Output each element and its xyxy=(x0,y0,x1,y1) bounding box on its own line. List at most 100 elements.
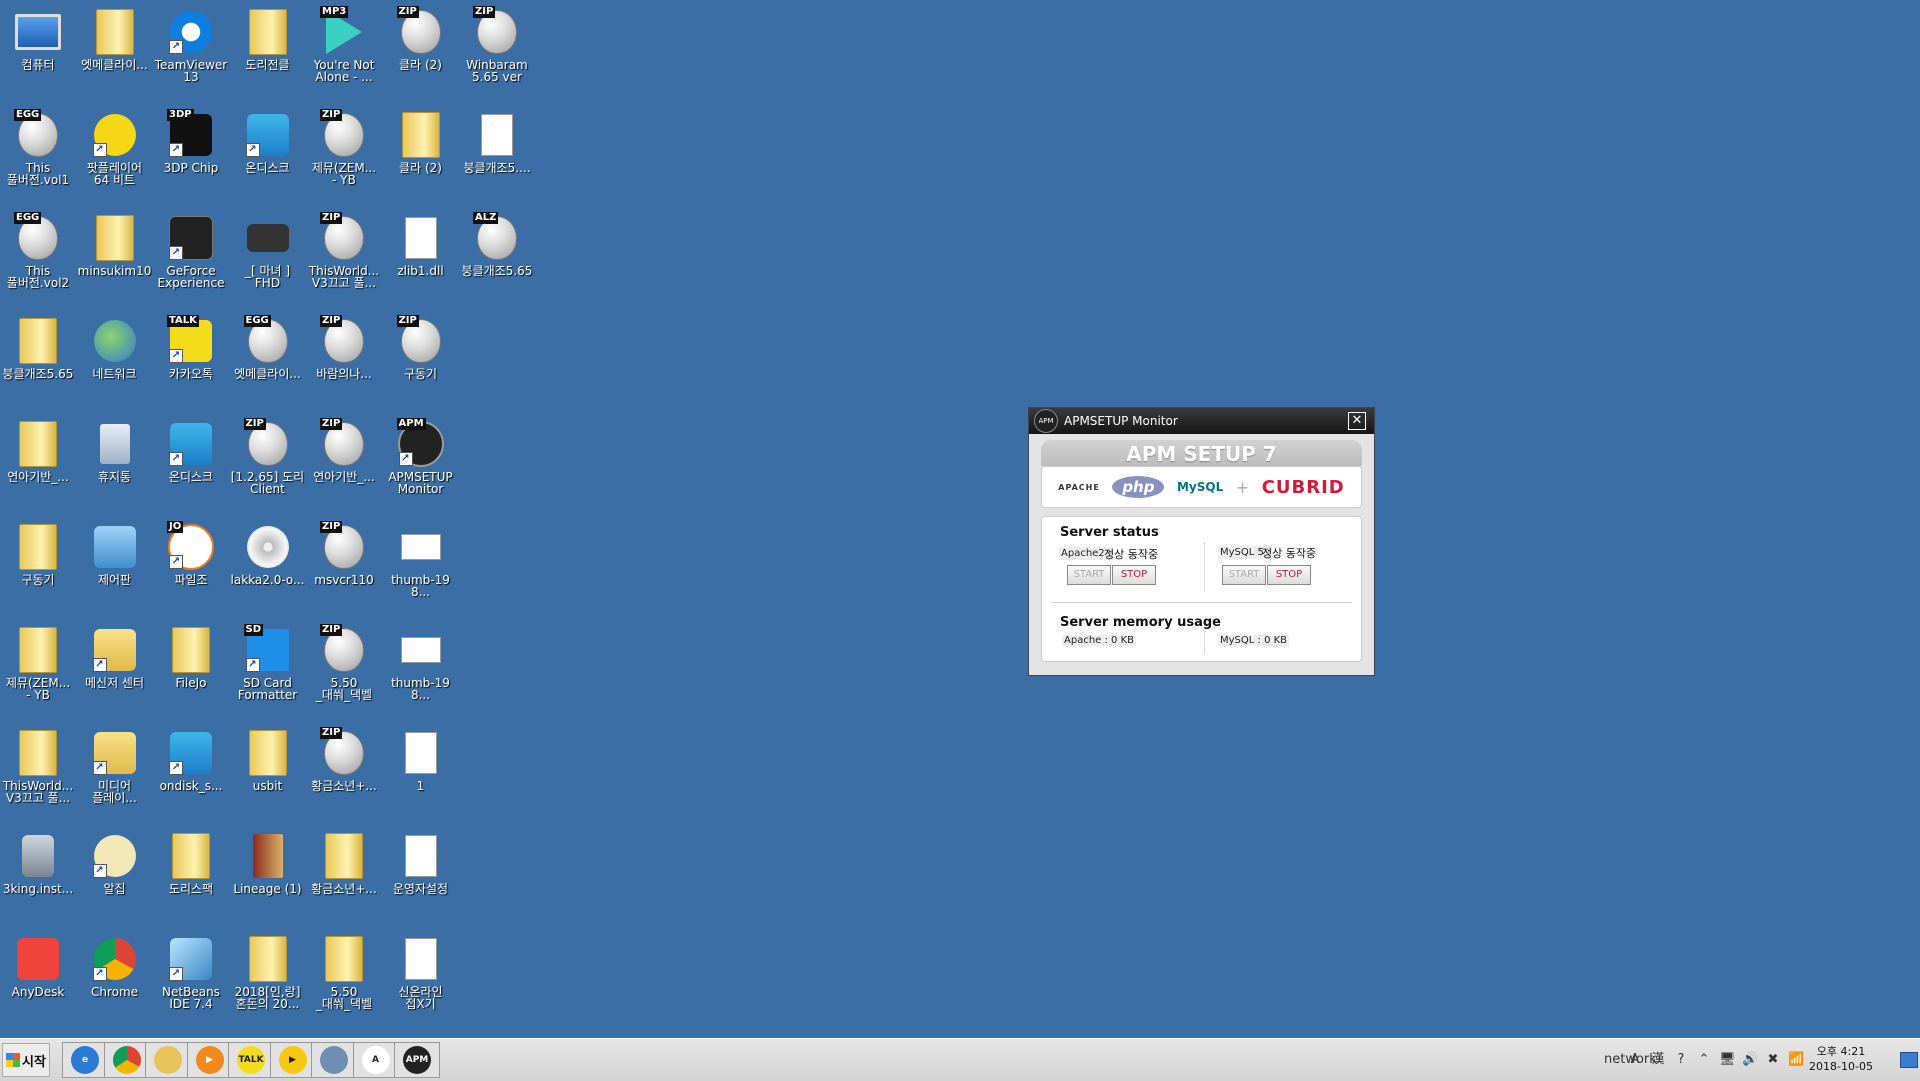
tray-icon[interactable]: ? xyxy=(1673,1052,1689,1068)
desktop-icon[interactable]: 구동기 xyxy=(0,517,76,617)
taskbar-media-player-button[interactable]: ▶ xyxy=(186,1042,233,1078)
desktop-icon[interactable]: 클라 (2) xyxy=(383,105,459,205)
desktop-icon-label: 구동기 xyxy=(21,573,55,587)
desktop-icon[interactable]: Lineage (1) xyxy=(230,826,306,926)
taskbar-file-explorer-button[interactable] xyxy=(145,1042,191,1078)
tray-icon[interactable]: A xyxy=(1627,1052,1643,1068)
desktop-icon-label: usbit xyxy=(252,779,283,793)
desktop-icon[interactable]: 3DP ↗ 3DP Chip xyxy=(153,105,229,205)
desktop-icon[interactable]: JO ↗ 파일조 xyxy=(153,517,229,617)
desktop-icon[interactable]: EGG This 풀버전.vol1 xyxy=(0,105,76,205)
desktop-icon[interactable]: ↗ 알집 xyxy=(77,826,153,926)
desktop-icon[interactable]: ZIP 5.50 _대쒀_댁벨 xyxy=(306,620,382,720)
taskbar-apm-monitor-button[interactable]: APM xyxy=(394,1042,440,1078)
desktop-icon[interactable]: ↗ 온디스크 xyxy=(230,105,306,205)
desktop-icon[interactable]: 운영자설정 xyxy=(383,826,459,926)
desktop-icon[interactable]: 네트워크 xyxy=(77,311,153,411)
tray-icon[interactable]: 🖥 xyxy=(1719,1052,1736,1068)
desktop-icon[interactable]: 제어판 xyxy=(77,517,153,617)
desktop-icon[interactable]: ↗ ondisk_s... xyxy=(153,723,229,823)
desktop-icon[interactable]: 도리전클 xyxy=(230,2,306,102)
desktop-icon-label: thumb-198... xyxy=(391,676,450,702)
desktop-icon[interactable]: ZIP ThisWorld... V3끄고 풀... xyxy=(306,208,382,308)
tray-icon[interactable]: 📶 xyxy=(1788,1052,1804,1068)
taskbar-wordpad-button[interactable]: A xyxy=(352,1042,399,1078)
apache-stop-button[interactable]: STOP xyxy=(1112,565,1156,585)
desktop-icon[interactable]: lakka2.0-o... xyxy=(230,517,306,617)
desktop-icon[interactable]: EGG 엣메클라이... xyxy=(230,311,306,411)
desktop-icon[interactable]: ZIP msvcr110 xyxy=(306,517,382,617)
desktop-icon[interactable]: EGG This 풀버전.vol2 xyxy=(0,208,76,308)
desktop-icon[interactable]: ZIP 제뮤(ZEM... - YB xyxy=(306,105,382,205)
apm-titlebar[interactable]: APM APMSETUP Monitor ✕ xyxy=(1029,408,1374,434)
desktop-icon[interactable]: ↗ Chrome xyxy=(77,929,153,1029)
desktop-icon[interactable]: 엣메클라이... xyxy=(77,2,153,102)
desktop-icon[interactable]: AnyDesk xyxy=(0,929,76,1029)
desktop-icon[interactable]: _[ 마녀 ] FHD xyxy=(230,208,306,308)
desktop-icon[interactable]: ThisWorld... V3끄고 풀... xyxy=(0,723,76,823)
tray-icon[interactable]: 🔊 xyxy=(1742,1052,1758,1068)
desktop-icon[interactable]: ZIP 구동기 xyxy=(383,311,459,411)
desktop-icon[interactable]: MP3 You're Not Alone - ... xyxy=(306,2,382,102)
desktop-icon[interactable]: ↗ NetBeans IDE 7.4 xyxy=(153,929,229,1029)
taskbar-image-viewer-button[interactable] xyxy=(311,1042,357,1078)
show-desktop-button[interactable] xyxy=(1900,1052,1918,1068)
clock-time[interactable]: 오후 4:21 xyxy=(1806,1043,1876,1059)
apm-logos-bar: APACHE php MySQL + CUBRID xyxy=(1041,466,1362,508)
taskbar-chrome-button[interactable] xyxy=(103,1042,150,1078)
desktop-icon[interactable]: 2018[인,랑] 혼돈의 20... xyxy=(230,929,306,1029)
desktop-icon[interactable]: 도리스팩 xyxy=(153,826,229,926)
desktop-icon[interactable]: 1 xyxy=(383,723,459,823)
desktop-icon[interactable]: SD ↗ SD Card Formatter xyxy=(230,620,306,720)
desktop-icon[interactable]: ZIP Winbaram 5.65 ver xyxy=(459,2,535,102)
desktop-icon[interactable]: 컴퓨터 xyxy=(0,2,76,102)
desktop-icon[interactable]: 제뮤(ZEM... - YB xyxy=(0,620,76,720)
tray-icon[interactable]: ✖ xyxy=(1765,1052,1781,1068)
mysql-start-button[interactable]: START xyxy=(1222,565,1266,585)
desktop-icon[interactable]: TALK ↗ 카카오톡 xyxy=(153,311,229,411)
desktop-icon[interactable]: thumb-198... xyxy=(383,517,459,617)
taskbar-potplayer-button[interactable]: ▶ xyxy=(269,1042,316,1078)
mysql-stop-button[interactable]: STOP xyxy=(1267,565,1311,585)
desktop-icon[interactable]: 3king.inst... xyxy=(0,826,76,926)
desktop-icon[interactable]: 신온라인 접X기 xyxy=(383,929,459,1029)
tray-icon[interactable]: ⌃ xyxy=(1696,1052,1712,1068)
desktop-icon[interactable]: ↗ 팟플레이어 64 비트 xyxy=(77,105,153,205)
desktop-icon[interactable]: APM ↗ APMSETUP Monitor xyxy=(383,414,459,514)
desktop-icon[interactable]: ZIP 바람의나... xyxy=(306,311,382,411)
desktop-icon[interactable]: ↗ GeForce Experience xyxy=(153,208,229,308)
desktop-icon[interactable]: ZIP [1.2.65] 도리 Client xyxy=(230,414,306,514)
apm-product-title: APM SETUP 7 xyxy=(1041,440,1362,466)
taskbar-internet-explorer-button[interactable]: e xyxy=(62,1042,108,1078)
desktop-icon[interactable]: zlib1.dll xyxy=(383,208,459,308)
desktop-icon[interactable]: 붕클개조5.65 xyxy=(0,311,76,411)
start-button[interactable]: 시작 xyxy=(2,1043,50,1077)
desktop-icon[interactable]: thumb-198... xyxy=(383,620,459,720)
desktop-icon[interactable]: ZIP 클라 (2) xyxy=(383,2,459,102)
desktop-icon[interactable]: FileJo xyxy=(153,620,229,720)
desktop-icon[interactable]: ↗ 온디스크 xyxy=(153,414,229,514)
desktop-icon[interactable]: 붕클개조5.... xyxy=(459,105,535,205)
tray-icon[interactable]: network xyxy=(1604,1052,1657,1068)
desktop-icon[interactable]: ↗ 메신저 센터 xyxy=(77,620,153,720)
desktop-icon[interactable]: ZIP 연아기반_... xyxy=(306,414,382,514)
desktop-icon[interactable]: 휴지통 xyxy=(77,414,153,514)
desktop-icon[interactable]: 5.50 _대쒀_댁벨 xyxy=(306,929,382,1029)
close-button[interactable]: ✕ xyxy=(1348,412,1366,430)
clock-date[interactable]: 2018-10-05 xyxy=(1806,1060,1876,1073)
desktop-icon[interactable]: ALZ 붕클개조5.65 xyxy=(459,208,535,308)
icon-shape xyxy=(19,730,57,776)
desktop-icon[interactable]: ↗ TeamViewer 13 xyxy=(153,2,229,102)
folder-icon xyxy=(320,832,368,880)
apache-start-button[interactable]: START xyxy=(1067,565,1111,585)
tray-icon[interactable]: 漢 xyxy=(1650,1052,1666,1068)
desktop-icon[interactable]: usbit xyxy=(230,723,306,823)
desktop-icon[interactable]: 황금소년+... xyxy=(306,826,382,926)
desktop-icon[interactable]: ZIP 황금소년+... xyxy=(306,723,382,823)
taskbar-kakaotalk-button[interactable]: TALK xyxy=(228,1042,274,1078)
desktop-icon[interactable]: 연아기반_... xyxy=(0,414,76,514)
desktop-icon-label: 클라 (2) xyxy=(399,58,442,72)
apm-monitor-window[interactable]: APM APMSETUP Monitor ✕ APM SETUP 7 APACH… xyxy=(1028,407,1375,676)
desktop-icon[interactable]: minsukim10 xyxy=(77,208,153,308)
desktop-icon[interactable]: ↗ 미디어 플레이... xyxy=(77,723,153,823)
